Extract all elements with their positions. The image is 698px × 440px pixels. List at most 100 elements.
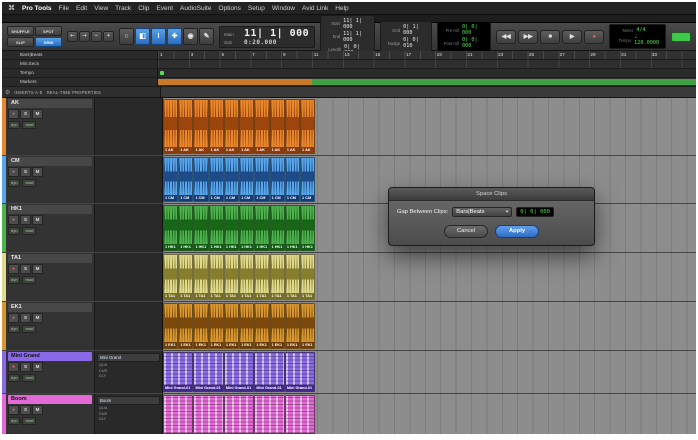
dyn-button[interactable]: dyn [8,325,20,333]
audio-clip[interactable]: 1 CM [270,157,285,202]
track-name[interactable]: AK [8,99,92,108]
inserts-cell[interactable] [95,156,163,203]
audio-clip[interactable]: 1 TA1 [193,254,208,300]
inserts-cell[interactable]: BoomQUADURDLY [95,394,163,434]
audio-clip[interactable]: 1 TA1 [239,254,254,300]
track-name[interactable]: HK1 [8,205,92,214]
ruler-label-minsecs[interactable]: Min:Secs [2,60,157,69]
record-enable-button[interactable]: ● [8,264,19,274]
pre-roll-counter[interactable]: Pre-roll0| 0| 000 [441,24,487,36]
zoom-left-button[interactable]: ⇠ [67,31,78,42]
menu-item-track[interactable]: Track [115,5,131,12]
audio-clip[interactable]: 1 AK [163,99,178,154]
post-roll-counter[interactable]: Post-roll0| 0| 000 [441,37,487,49]
audio-clip[interactable]: 1 TA1 [254,254,269,300]
audio-clip[interactable]: 1 TA1 [224,254,239,300]
sub-counter-value[interactable]: 0:20.000 [244,39,277,46]
grabber-tool[interactable]: ✚ [167,28,182,45]
track-header[interactable]: AK●SMdynread [2,98,95,155]
audio-clip[interactable]: 1 HK1 [163,205,178,251]
edit-mode-shuffle[interactable]: SHUFFLE [7,26,34,36]
audio-clip[interactable]: 1 HK1 [300,205,315,251]
audio-clip[interactable]: 1 CM [209,157,224,202]
main-counter-value[interactable]: 11| 1| 000 [244,28,309,39]
solo-button[interactable]: S [20,362,31,372]
audio-clip[interactable]: 1 HK1 [254,205,269,251]
solo-button[interactable]: S [20,313,31,323]
zoomer-tool[interactable]: ○ [119,28,134,45]
automation-read-button[interactable]: read [22,179,36,187]
midi-clip[interactable]: Mini Grand-01 [285,352,315,392]
menu-item-clip[interactable]: Clip [138,5,149,12]
record-enable-button[interactable]: ● [8,405,19,415]
track-lane[interactable]: Mini Grand-01Mini Grand-01Mini Grand-01M… [163,351,696,393]
ruler-label-tempo[interactable]: Tempo [2,69,157,78]
track-name[interactable]: Mini Grand [8,352,92,361]
edit-mode-grid[interactable]: GRID [35,37,62,47]
dyn-button[interactable]: dyn [8,417,20,425]
audio-clip[interactable]: 1 TA1 [209,254,224,300]
audio-clip[interactable]: 1 EK1 [270,303,285,349]
track-header[interactable]: CM●SMdynread [2,156,95,203]
track-lane[interactable]: 1 EK11 EK11 EK11 EK11 EK11 EK11 EK11 EK1… [163,302,696,350]
inserts-cell[interactable]: Mini GrandQUADURDLY [95,351,163,393]
record-enable-button[interactable]: ● [8,362,19,372]
edit-mode-slip[interactable]: SLIP [7,37,34,47]
automation-read-button[interactable]: read [22,325,36,333]
gap-value-field[interactable]: 0| 0| 000 [516,207,554,217]
record-enable-button[interactable]: ● [8,167,19,177]
midi-clip[interactable]: Mini Grand-01 [224,352,254,392]
main-counter[interactable]: Main 11| 1| 000 Sub 0:20.000 [219,26,315,48]
mute-button[interactable]: M [32,362,43,372]
solo-button[interactable]: S [20,405,31,415]
meter-value[interactable]: 4/4 [636,27,645,33]
tempo-ruler-lane[interactable] [158,69,696,78]
track-header[interactable]: EK1●SMdynread [2,302,95,350]
audio-clip[interactable]: 1 EK1 [224,303,239,349]
pencil-tool[interactable]: ✎ [199,28,214,45]
audio-clip[interactable]: 1 EK1 [239,303,254,349]
audio-clip[interactable]: 1 AK [178,99,193,154]
dyn-button[interactable]: dyn [8,227,20,235]
audio-clip[interactable]: 1 HK1 [193,205,208,251]
cancel-button[interactable]: Cancel [444,225,488,238]
audio-clip[interactable]: 1 EK1 [178,303,193,349]
track-lane[interactable]: 1 TA11 TA11 TA11 TA11 TA11 TA11 TA11 TA1… [163,253,696,301]
tempo-event-marker[interactable] [160,71,164,75]
record-enable-button[interactable]: ● [8,313,19,323]
audio-clip[interactable]: 1 AK [239,99,254,154]
track-header[interactable]: Mini Grand●SMdynread [2,351,95,393]
inserts-cell[interactable] [95,302,163,350]
track-header[interactable]: HK1●SMdynread [2,204,95,252]
audio-clip[interactable]: 1 TA1 [270,254,285,300]
inserts-cell[interactable] [95,253,163,301]
play-button[interactable]: ▶ [562,30,582,44]
track-name[interactable]: Boom [8,395,92,404]
audio-clip[interactable]: 1 AK [285,99,300,154]
stop-button[interactable]: ■ [540,30,560,44]
scrubber-tool[interactable]: ◉ [183,28,198,45]
solo-button[interactable]: S [20,167,31,177]
menu-item-audiosuite[interactable]: AudioSuite [180,5,211,12]
audio-clip[interactable]: 1 EK1 [254,303,269,349]
menu-item-setup[interactable]: Setup [248,5,265,12]
audio-clip[interactable]: 1 TA1 [300,254,315,300]
inserts-cell[interactable] [95,204,163,252]
audio-clip[interactable]: 1 CM [300,157,315,202]
menu-item-view[interactable]: View [94,5,108,12]
track-name[interactable]: EK1 [8,303,92,312]
selector-tool[interactable]: I [151,28,166,45]
track-name[interactable]: TA1 [8,254,92,263]
audio-clip[interactable]: 1 HK1 [239,205,254,251]
menu-item-help[interactable]: Help [335,5,348,12]
midi-clip[interactable]: Mini Grand-01 [163,352,193,392]
solo-button[interactable]: S [20,264,31,274]
ruler-label-barsbeats[interactable]: Bars|Beats [2,51,157,60]
automation-read-button[interactable]: read [22,227,36,235]
grid-counter[interactable]: Grid0| 1| 000 [384,24,428,36]
audio-clip[interactable]: 1 AK [224,99,239,154]
dyn-button[interactable]: dyn [8,276,20,284]
rewind-button[interactable]: ◀◀ [496,30,516,44]
mute-button[interactable]: M [32,109,43,119]
audio-clip[interactable]: 1 EK1 [163,303,178,349]
